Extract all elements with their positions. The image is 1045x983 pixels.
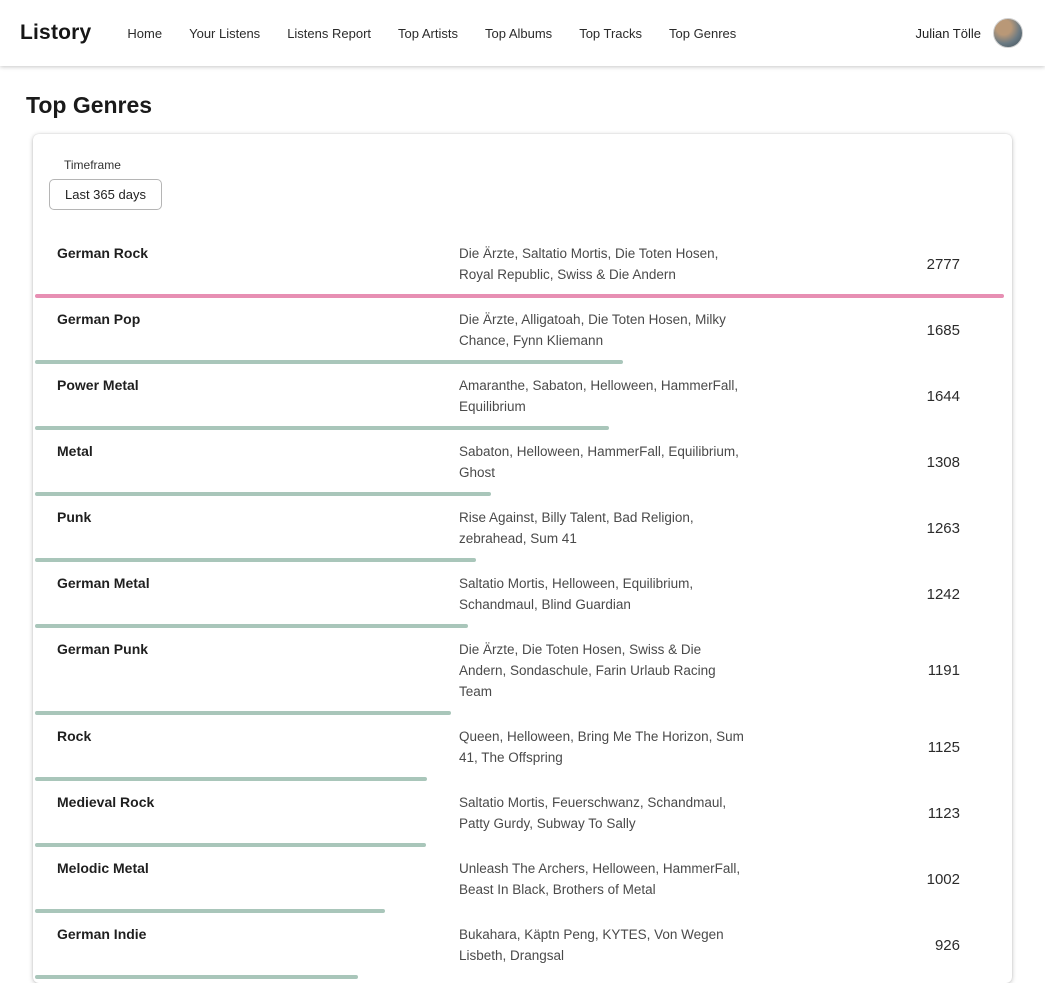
genre-count: 1242 (775, 586, 1012, 603)
genre-table: German Rock Die Ärzte, Saltatio Mortis, … (33, 232, 1012, 979)
genre-count: 1685 (775, 322, 1012, 339)
genre-name: Power Metal (33, 375, 459, 393)
genre-artists: Rise Against, Billy Talent, Bad Religion… (459, 507, 775, 549)
timeframe-filter: Timeframe Last 365 days (33, 146, 1012, 226)
genre-row: German Indie Bukahara, Käptn Peng, KYTES… (33, 913, 1012, 979)
genre-count: 1191 (775, 662, 1012, 679)
top-genres-card: Timeframe Last 365 days German Rock Die … (33, 134, 1012, 983)
genre-row: German Pop Die Ärzte, Alligatoah, Die To… (33, 298, 1012, 364)
genre-artists: Die Ärzte, Saltatio Mortis, Die Toten Ho… (459, 243, 775, 285)
genre-artists: Saltatio Mortis, Feuerschwanz, Schandmau… (459, 792, 775, 834)
genre-count: 1263 (775, 520, 1012, 537)
nav-links: Home Your Listens Listens Report Top Artist… (127, 26, 763, 41)
genre-count: 1644 (775, 388, 1012, 405)
genre-artists: Die Ärzte, Alligatoah, Die Toten Hosen, … (459, 309, 775, 351)
genre-artists: Die Ärzte, Die Toten Hosen, Swiss & Die … (459, 639, 775, 702)
genre-count: 1125 (775, 739, 1012, 756)
genre-count: 2777 (775, 256, 1012, 273)
genre-name: German Pop (33, 309, 459, 327)
genre-row: Punk Rise Against, Billy Talent, Bad Rel… (33, 496, 1012, 562)
genre-name: German Punk (33, 639, 459, 657)
genre-name: Melodic Metal (33, 858, 459, 876)
top-navigation-bar: Listory Home Your Listens Listens Report To… (0, 0, 1045, 66)
nav-item-top-albums[interactable]: Top Albums (485, 26, 552, 41)
genre-name: Metal (33, 441, 459, 459)
genre-name: German Indie (33, 924, 459, 942)
genre-name: Rock (33, 726, 459, 744)
genre-row: German Punk Die Ärzte, Die Toten Hosen, … (33, 628, 1012, 715)
nav-item-your-listens[interactable]: Your Listens (189, 26, 260, 41)
page-title: Top Genres (26, 92, 1045, 119)
nav-item-home[interactable]: Home (127, 26, 162, 41)
genre-count: 926 (775, 937, 1012, 954)
timeframe-select-button[interactable]: Last 365 days (49, 179, 162, 210)
genre-name: Medieval Rock (33, 792, 459, 810)
genre-artists: Saltatio Mortis, Helloween, Equilibrium,… (459, 573, 775, 615)
genre-row: Metal Sabaton, Helloween, HammerFall, Eq… (33, 430, 1012, 496)
genre-count: 1308 (775, 454, 1012, 471)
genre-artists: Amaranthe, Sabaton, Helloween, HammerFal… (459, 375, 775, 417)
genre-row: Power Metal Amaranthe, Sabaton, Hellowee… (33, 364, 1012, 430)
app-logo[interactable]: Listory (20, 21, 91, 45)
nav-item-top-tracks[interactable]: Top Tracks (579, 26, 642, 41)
user-avatar[interactable] (993, 18, 1023, 48)
genre-artists: Sabaton, Helloween, HammerFall, Equilibr… (459, 441, 775, 483)
genre-row: German Metal Saltatio Mortis, Helloween,… (33, 562, 1012, 628)
genre-artists: Unleash The Archers, Helloween, HammerFa… (459, 858, 775, 900)
genre-name: German Rock (33, 243, 459, 261)
nav-item-listens-report[interactable]: Listens Report (287, 26, 371, 41)
genre-count: 1123 (775, 805, 1012, 822)
genre-artists: Queen, Helloween, Bring Me The Horizon, … (459, 726, 775, 768)
genre-bar-track (35, 975, 1004, 979)
user-name[interactable]: Julian Tölle (915, 26, 981, 41)
genre-row: German Rock Die Ärzte, Saltatio Mortis, … (33, 232, 1012, 298)
genre-artists: Bukahara, Käptn Peng, KYTES, Von Wegen L… (459, 924, 775, 966)
genre-name: Punk (33, 507, 459, 525)
genre-name: German Metal (33, 573, 459, 591)
genre-bar (35, 975, 358, 979)
genre-row: Rock Queen, Helloween, Bring Me The Hori… (33, 715, 1012, 781)
nav-item-top-genres[interactable]: Top Genres (669, 26, 736, 41)
timeframe-label: Timeframe (64, 158, 996, 172)
genre-row: Melodic Metal Unleash The Archers, Hello… (33, 847, 1012, 913)
genre-row: Medieval Rock Saltatio Mortis, Feuerschw… (33, 781, 1012, 847)
genre-count: 1002 (775, 871, 1012, 888)
nav-item-top-artists[interactable]: Top Artists (398, 26, 458, 41)
